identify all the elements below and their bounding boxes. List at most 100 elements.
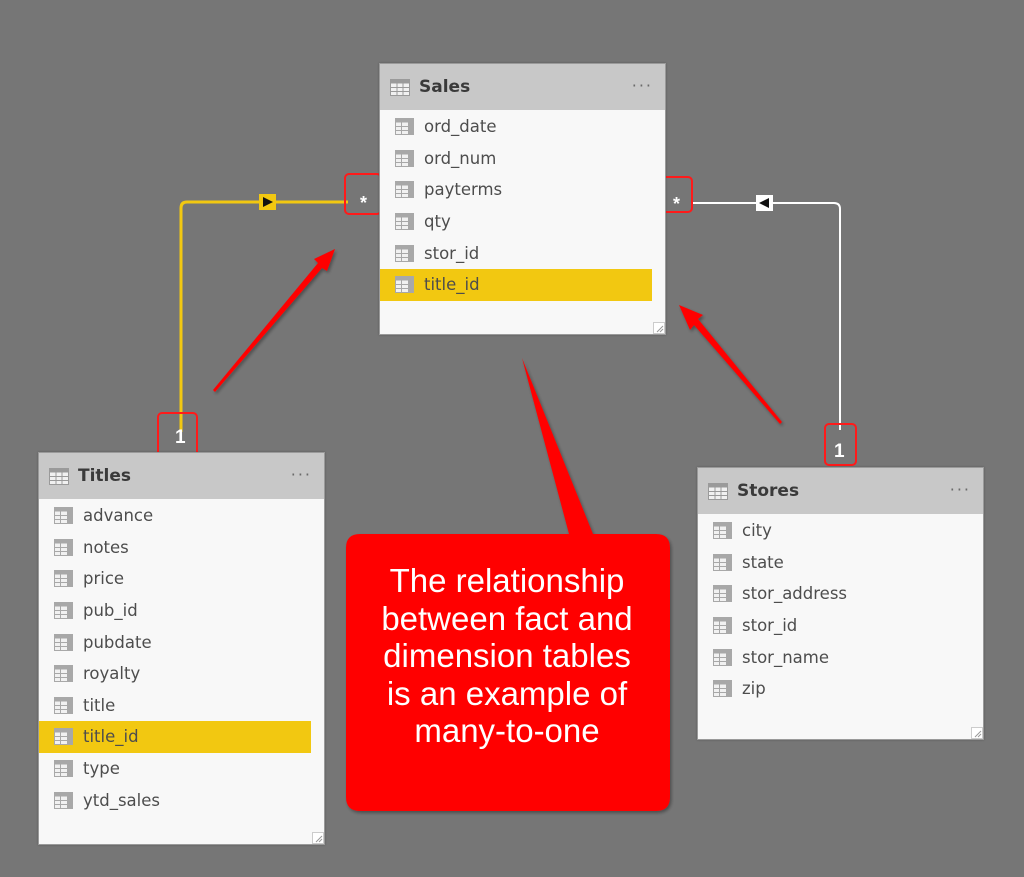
field-name: stor_id (424, 243, 480, 263)
field-name: pubdate (83, 632, 152, 652)
table-icon (49, 467, 69, 485)
more-options-icon[interactable]: ··· (291, 465, 312, 484)
field-row[interactable]: type (39, 753, 324, 785)
table-icon (708, 482, 728, 500)
column-icon (54, 791, 73, 809)
field-row[interactable]: ord_num (380, 143, 665, 175)
callout-line: The relationship (389, 562, 625, 599)
column-icon (54, 728, 73, 746)
column-icon (713, 648, 732, 666)
field-name: stor_name (742, 647, 829, 667)
callout-line: many-to-one (414, 712, 600, 749)
field-row[interactable]: ord_date (380, 111, 665, 143)
column-icon (54, 633, 73, 651)
field-list: advance notes price pub_id pubdate royal… (39, 499, 324, 816)
field-row-highlighted[interactable]: title_id (39, 721, 311, 753)
field-name: ytd_sales (83, 790, 160, 810)
field-row[interactable]: stor_id (698, 610, 983, 642)
field-row[interactable]: advance (39, 500, 324, 532)
field-row[interactable]: ytd_sales (39, 784, 324, 816)
field-row[interactable]: city (698, 515, 983, 547)
relationship-line-titles-sales[interactable] (179, 200, 348, 432)
field-row[interactable]: notes (39, 532, 324, 564)
field-row[interactable]: qty (380, 206, 665, 238)
model-canvas[interactable]: * * 1 1 Sales ··· ord_date ord_num payte… (0, 0, 1024, 877)
field-name: advance (83, 506, 154, 526)
cardinality-one-titles: 1 (175, 427, 186, 448)
callout-text: The relationship between fact and dimens… (348, 562, 666, 750)
column-icon (54, 602, 73, 620)
field-row[interactable]: pubdate (39, 626, 324, 658)
field-name: payterms (424, 180, 503, 200)
field-row[interactable]: price (39, 563, 324, 595)
field-name: stor_address (742, 584, 848, 604)
field-name: qty (424, 212, 451, 232)
field-name: title_id (424, 275, 480, 295)
column-icon (54, 507, 73, 525)
field-name: title (83, 695, 116, 715)
field-name: zip (742, 679, 766, 699)
field-row-highlighted[interactable]: title_id (380, 268, 652, 301)
field-name: city (742, 521, 772, 541)
column-icon (395, 181, 414, 199)
table-title: Sales (419, 77, 471, 97)
relationship-line-stores-sales[interactable] (693, 202, 841, 430)
column-icon (713, 553, 732, 571)
field-row[interactable]: stor_address (698, 578, 983, 610)
table-card-stores[interactable]: Stores ··· city state stor_address stor_… (697, 467, 984, 740)
field-row[interactable]: royalty (39, 658, 324, 690)
column-icon (54, 570, 73, 588)
field-row[interactable]: zip (698, 673, 983, 705)
table-title: Titles (78, 466, 132, 486)
resize-handle[interactable] (312, 832, 324, 844)
field-row[interactable]: pub_id (39, 595, 324, 627)
table-card-titles[interactable]: Titles ··· advance notes price pub_id pu… (38, 452, 325, 845)
column-icon (395, 118, 414, 136)
field-name: type (83, 759, 120, 779)
column-icon (54, 665, 73, 683)
column-icon (395, 213, 414, 231)
field-row[interactable]: payterms (380, 174, 665, 206)
table-title: Stores (737, 481, 800, 501)
column-icon (54, 696, 73, 714)
annotation-arrow-left (213, 249, 335, 392)
column-icon (713, 680, 732, 698)
field-name: stor_id (742, 616, 798, 636)
field-list: city state stor_address stor_id stor_nam… (698, 514, 983, 705)
annotation-arrow-right (679, 305, 782, 424)
field-name: ord_date (424, 117, 497, 137)
field-name: title_id (83, 727, 139, 747)
field-row[interactable]: title (39, 690, 324, 722)
cardinality-one-stores: 1 (834, 441, 845, 462)
more-options-icon[interactable]: ··· (632, 76, 653, 95)
table-icon (390, 78, 410, 96)
field-name: royalty (83, 664, 141, 684)
field-name: price (83, 569, 125, 589)
field-name: ord_num (424, 148, 497, 168)
resize-handle[interactable] (971, 727, 983, 739)
column-icon (395, 149, 414, 167)
column-icon (713, 617, 732, 635)
field-list: ord_date ord_num payterms qty stor_id ti… (380, 110, 665, 301)
table-card-sales[interactable]: Sales ··· ord_date ord_num payterms qty (379, 63, 666, 335)
column-icon (395, 276, 414, 294)
callout-line: is an example of (386, 674, 628, 712)
cardinality-many-sales-right: * (673, 194, 681, 214)
column-icon (395, 244, 414, 262)
table-header-stores[interactable]: Stores ··· (698, 468, 983, 514)
field-name: pub_id (83, 601, 138, 621)
column-icon (54, 760, 73, 778)
callout-line: dimension tables (383, 637, 631, 674)
column-icon (54, 538, 73, 556)
more-options-icon[interactable]: ··· (950, 480, 971, 499)
field-row[interactable]: state (698, 547, 983, 579)
field-row[interactable]: stor_id (380, 237, 665, 269)
resize-handle[interactable] (653, 322, 665, 334)
cardinality-many-sales-left: * (360, 193, 368, 213)
column-icon (713, 522, 732, 540)
column-icon (713, 585, 732, 603)
table-header-sales[interactable]: Sales ··· (380, 64, 665, 110)
table-header-titles[interactable]: Titles ··· (39, 453, 324, 499)
field-row[interactable]: stor_name (698, 641, 983, 673)
field-name: state (742, 552, 784, 572)
